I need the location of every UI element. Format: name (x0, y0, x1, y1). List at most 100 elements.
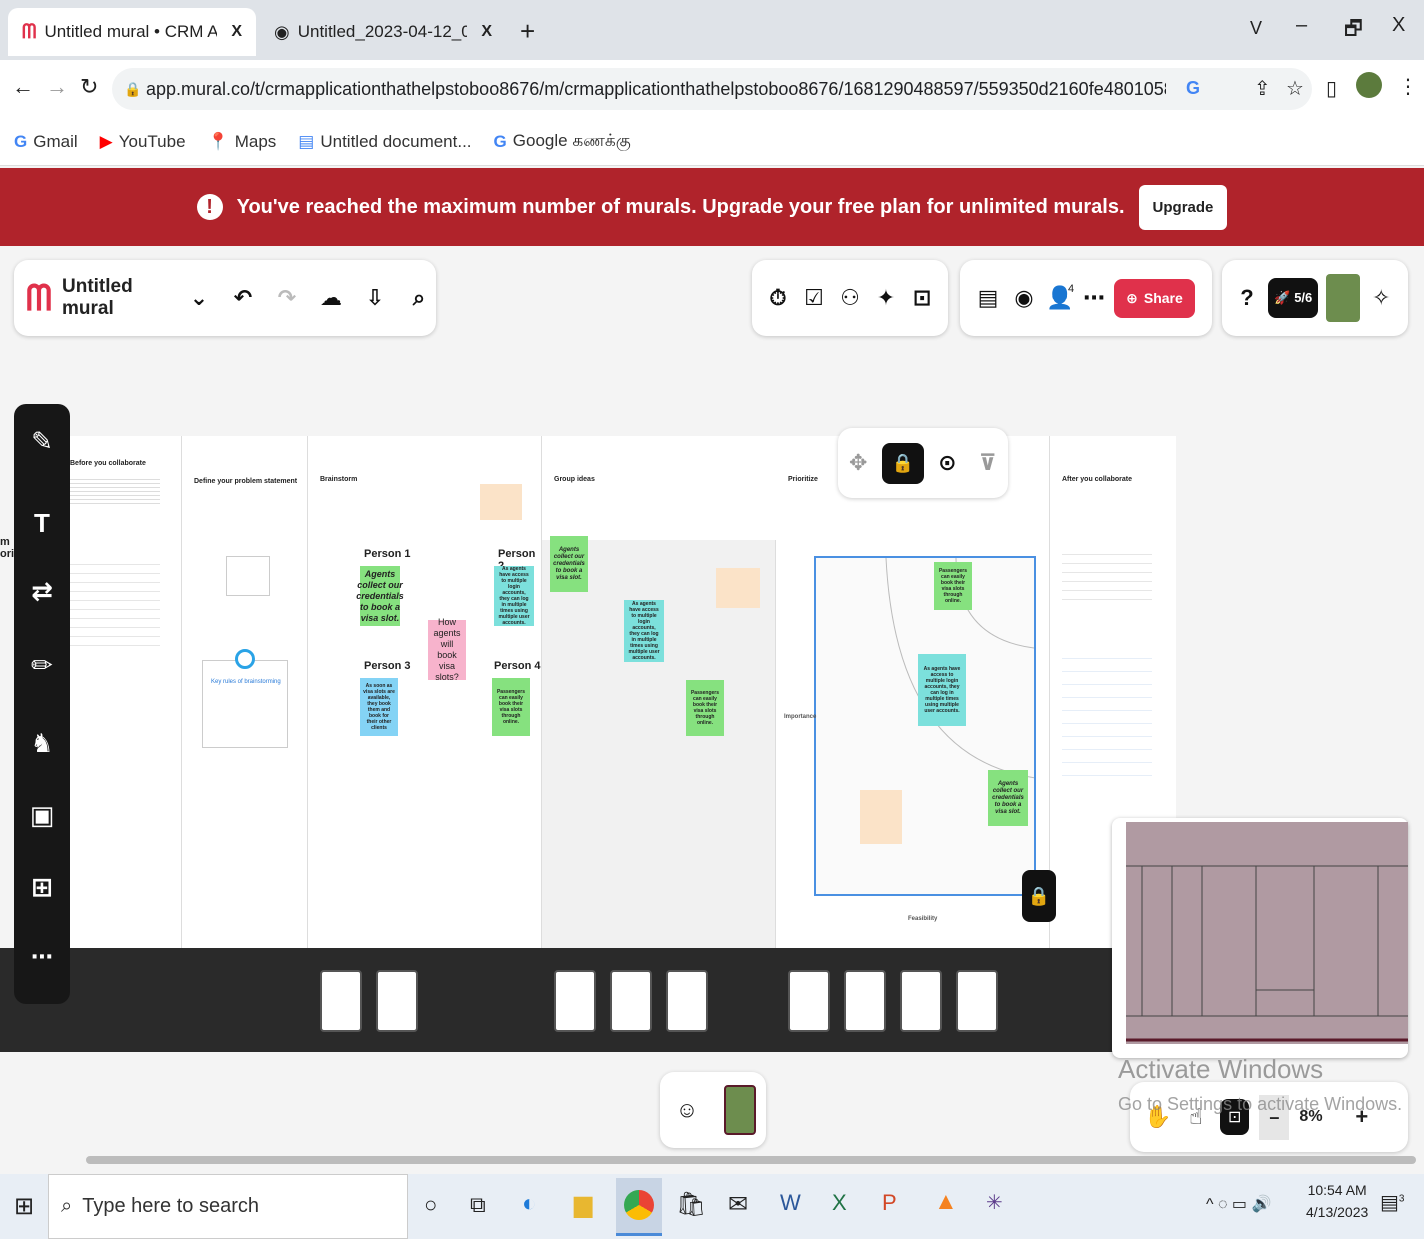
forward-arrow-icon[interactable]: → (46, 74, 68, 100)
image-icon[interactable]: ▣ (14, 800, 70, 831)
bookmark-docs[interactable]: ▤ Untitled document... (298, 132, 471, 152)
mural-board[interactable]: Before you collaborate Define your probl… (56, 436, 1176, 948)
progress-button[interactable]: 🚀 5/6 (1268, 278, 1319, 318)
note-sticky[interactable] (716, 568, 760, 608)
reload-icon[interactable]: ↻ (80, 74, 98, 100)
app-icon[interactable]: ✳ (986, 1190, 1003, 1215)
tab-mural[interactable]: ᗰ Untitled mural • CRM Application X (8, 8, 256, 56)
word-icon[interactable]: W (780, 1190, 801, 1216)
user-avatar[interactable] (1326, 274, 1361, 322)
shapes-connectors-icon[interactable]: ⇄ (14, 576, 70, 607)
google-icon[interactable]: G (1186, 78, 1200, 99)
bookmark-youtube[interactable]: ▶ YouTube (100, 132, 186, 152)
share-button[interactable]: ⊕ Share (1114, 278, 1195, 318)
chrome-taskbar-active[interactable] (616, 1178, 662, 1236)
ai-sparkle-icon[interactable]: ✧ (1368, 285, 1394, 311)
upgrade-button[interactable]: Upgrade (1138, 184, 1228, 230)
close-tab-icon[interactable]: X (481, 23, 492, 41)
file-explorer-icon[interactable]: ▆ (574, 1190, 592, 1219)
comments-icon[interactable]: ◉ (1010, 285, 1038, 311)
mural-logo-icon[interactable]: ᗰ (26, 277, 52, 320)
filter-icon[interactable]: ⊽ (971, 450, 1005, 476)
more-dots-icon[interactable]: ⋯ (1082, 285, 1106, 311)
close-window-button[interactable]: X (1392, 14, 1405, 37)
sticky-book-slots[interactable]: As soon as visa slots are available, the… (360, 678, 398, 736)
note-sticky[interactable] (860, 790, 902, 844)
voting-icon[interactable]: ☑ (797, 285, 831, 311)
outline-thumbnail[interactable] (666, 970, 708, 1032)
sticky-how-agents[interactable]: How agents will book visa slots? (428, 617, 466, 682)
emoji-icon[interactable]: ☺ (670, 1097, 704, 1123)
lock-area-icon[interactable]: 🔒 (881, 442, 924, 484)
mural-title[interactable]: Untitled mural (62, 276, 172, 320)
system-tray-icons[interactable]: ^ ◌ ▭ 🔊 (1206, 1194, 1271, 1214)
bookmark-gmail[interactable]: G Gmail (14, 132, 78, 152)
windows-start-icon[interactable]: ⊞ (14, 1192, 34, 1221)
sticky-agents-collect[interactable]: Agents collect our credentials to book a… (988, 770, 1028, 826)
minimap[interactable] (1112, 818, 1408, 1058)
chevron-down-icon[interactable]: ⌄ (182, 285, 216, 311)
sticky-note-icon[interactable]: ✎ (14, 426, 70, 457)
mail-icon[interactable]: ✉ (728, 1190, 748, 1219)
task-view-icon[interactable]: ⧉ (470, 1192, 486, 1218)
back-arrow-icon[interactable]: ← (12, 74, 34, 100)
draw-icon[interactable]: ✏ (14, 650, 70, 681)
excel-icon[interactable]: X (832, 1190, 847, 1216)
vlc-icon[interactable]: ▲ (934, 1188, 958, 1216)
outline-thumbnail[interactable] (900, 970, 942, 1032)
prioritize-matrix[interactable]: Passengers can easily book their visa sl… (814, 556, 1036, 896)
powerpoint-icon[interactable]: P (882, 1190, 897, 1216)
llama-icon[interactable]: ♞ (14, 728, 70, 759)
outline-thumbnail[interactable] (788, 970, 830, 1032)
tab-untitled[interactable]: ◉ Untitled_2023-04-12_09-38-53.p X (260, 8, 506, 56)
lock-icon[interactable]: ⊡ (905, 285, 939, 311)
sticky-agents-collect[interactable]: Agents collect our credentials to book a… (356, 566, 404, 626)
tab-search-button[interactable]: V (1250, 18, 1262, 39)
horizontal-scrollbar[interactable] (86, 1156, 1416, 1164)
templates-icon[interactable]: ⊞ (14, 872, 70, 903)
cloud-saved-icon[interactable]: ☁ (314, 285, 348, 311)
minimize-button[interactable]: – (1296, 14, 1307, 37)
edge-icon[interactable]: ◐ (522, 1190, 537, 1218)
sticky-passengers[interactable]: Passengers can easily book their visa sl… (492, 678, 530, 736)
notification-icon[interactable]: ▤3 (1380, 1190, 1404, 1215)
redo-icon[interactable]: ↷ (270, 285, 304, 311)
new-tab-button[interactable]: + (520, 16, 535, 47)
cortana-icon[interactable]: ○ (424, 1192, 437, 1218)
brainstorm-rules-card[interactable]: Key rules of brainstorming (202, 649, 288, 748)
note-sticky[interactable] (480, 484, 522, 520)
sticky-agents-access[interactable]: As agents have access to multiple login … (494, 566, 534, 626)
locked-area-badge[interactable]: 🔒 (1022, 870, 1056, 922)
sticky-passengers[interactable]: Passengers can easily book their visa sl… (934, 562, 972, 610)
outline-thumbnail[interactable] (610, 970, 652, 1032)
bookmark-google-account[interactable]: G Google கணக்கு (494, 131, 631, 153)
private-mode-icon[interactable]: ⚇ (833, 285, 867, 311)
participant-avatar[interactable] (724, 1085, 756, 1135)
outline-thumbnail[interactable] (320, 970, 362, 1032)
outline-icon[interactable]: ▤ (974, 285, 1002, 311)
url-field[interactable]: 🔒 app.mural.co/t/crmapplicationthathelps… (112, 68, 1312, 110)
text-icon[interactable]: T (14, 508, 70, 539)
more-tools-icon[interactable]: ⋯ (14, 944, 70, 970)
taskbar-search[interactable]: ⌕ Type here to search (48, 1174, 408, 1239)
close-tab-icon[interactable]: X (231, 23, 242, 41)
sidepanel-icon[interactable]: ▯ (1326, 76, 1337, 101)
summon-icon[interactable]: ✦ (869, 285, 903, 311)
clock[interactable]: 10:54 AM 4/13/2023 (1306, 1182, 1368, 1220)
share-page-icon[interactable]: ⇪ (1254, 76, 1271, 101)
timer-icon[interactable]: ⏱ (761, 285, 795, 311)
search-icon[interactable]: ⌕ (402, 285, 436, 311)
outline-thumbnail[interactable] (554, 970, 596, 1032)
outline-thumbnail[interactable] (376, 970, 418, 1032)
sticky-passengers[interactable]: Passengers can easily book their visa sl… (686, 680, 724, 736)
sticky-agents-access[interactable]: As agents have access to multiple login … (624, 600, 664, 662)
sticky-agents-access[interactable]: As agents have access to multiple login … (918, 654, 966, 726)
export-icon[interactable]: ⇩ (358, 285, 392, 311)
outline-thumbnail[interactable] (844, 970, 886, 1032)
outline-thumbnail[interactable] (956, 970, 998, 1032)
store-icon[interactable]: 🛍 (676, 1190, 706, 1219)
help-icon[interactable]: ? (1234, 285, 1260, 311)
problem-card[interactable] (226, 556, 270, 596)
bookmark-star-icon[interactable]: ☆ (1286, 76, 1304, 101)
bookmark-maps[interactable]: 📍 Maps (208, 132, 277, 152)
